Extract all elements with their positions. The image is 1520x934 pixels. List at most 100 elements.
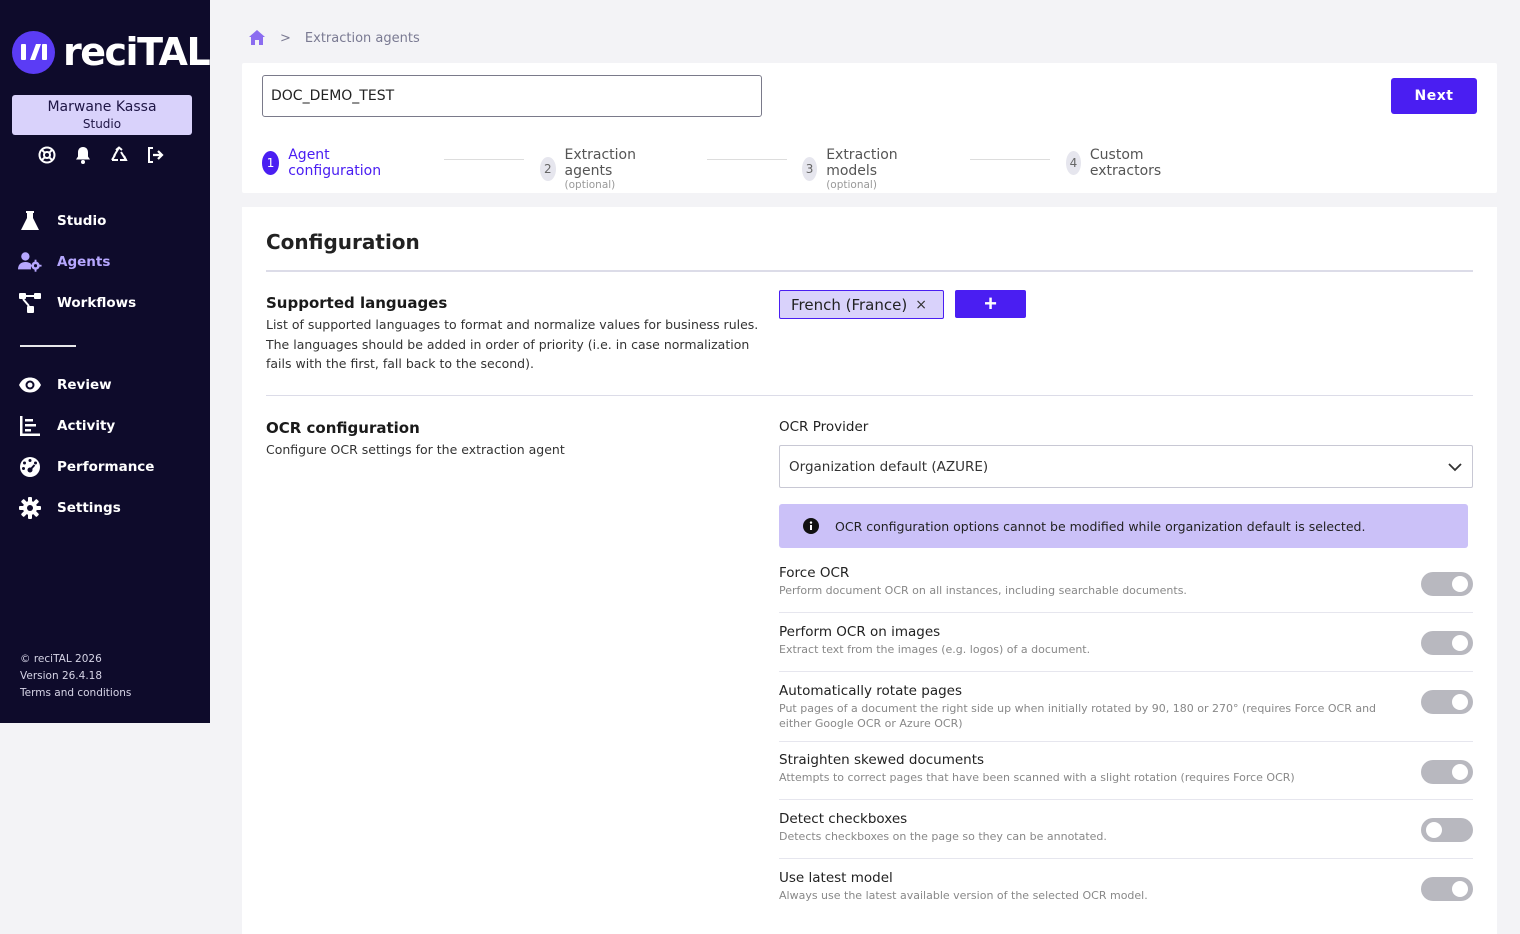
gauge-icon [18, 455, 42, 479]
step-connector [707, 159, 787, 160]
home-icon[interactable] [248, 29, 266, 47]
nav-item-settings[interactable]: Settings [18, 487, 198, 528]
step-agent-configuration[interactable]: 1 Agent configuration [262, 147, 388, 179]
ocr-provider-value: Organization default (AZURE) [789, 458, 989, 475]
nav-item-review[interactable]: Review [18, 364, 198, 405]
desc-line: List of supported languages to format an… [266, 317, 759, 332]
chart-icon [18, 414, 42, 438]
step-number: 2 [540, 157, 556, 181]
option-desc: Detects checkboxes on the page so they c… [779, 830, 1107, 843]
nav-label-agents: Agents [57, 253, 111, 270]
version: Version 26.4.18 [20, 670, 103, 682]
brand-name: reciTAL [63, 30, 211, 74]
user-name: Marwane Kassa [47, 99, 157, 115]
flask-icon [18, 209, 42, 233]
option-desc: Perform document OCR on all instances, i… [779, 584, 1187, 597]
agent-name-input[interactable] [262, 75, 762, 117]
divider [779, 612, 1473, 613]
option-title: Force OCR [779, 565, 850, 581]
ocr-provider-select[interactable]: Organization default (AZURE) [779, 445, 1473, 488]
supported-languages-desc: List of supported languages to format an… [266, 315, 758, 374]
nav-item-activity[interactable]: Activity [18, 405, 198, 446]
section-title-configuration: Configuration [266, 230, 420, 254]
breadcrumb-separator: > [280, 30, 291, 46]
option-title: Use latest model [779, 870, 893, 886]
option-ocr-images: Perform OCR on images Extract text from … [779, 624, 1473, 657]
language-chip-label: French (France) [791, 295, 908, 314]
nav-label-settings: Settings [57, 499, 121, 516]
divider [779, 671, 1473, 672]
nav-label-review: Review [57, 376, 112, 393]
nav-label-studio: Studio [57, 212, 107, 229]
agent-header-card: Next 1 Agent configuration 2 Extraction … [242, 63, 1497, 193]
terms-link[interactable]: Terms and conditions [20, 685, 131, 702]
step-extraction-agents[interactable]: 2 Extraction agents (optional) [540, 147, 644, 191]
ocr-configuration-desc: Configure OCR settings for the extractio… [266, 442, 565, 457]
gear-icon [18, 496, 42, 520]
breadcrumb-current[interactable]: Extraction agents [305, 31, 420, 46]
divider [779, 858, 1473, 859]
option-desc: Attempts to correct pages that have been… [779, 771, 1295, 784]
next-button[interactable]: Next [1391, 78, 1477, 114]
detect-checkboxes-toggle[interactable] [1421, 818, 1473, 842]
latest-model-toggle[interactable] [1421, 877, 1473, 901]
nav-item-workflows[interactable]: Workflows [18, 282, 198, 323]
sidebar-footer: © reciTAL 2026 Version 26.4.18 Terms and… [20, 651, 131, 702]
ocr-provider-label: OCR Provider [779, 419, 869, 435]
user-card[interactable]: Marwane Kassa Studio [12, 95, 192, 135]
step-sub: (optional) [564, 179, 616, 191]
brand-logo[interactable]: reciTAL [12, 30, 211, 74]
desc-line: fails with the first, fall back to the s… [266, 356, 534, 371]
info-icon [803, 518, 819, 534]
chevron-down-icon [1448, 460, 1462, 476]
support-icon[interactable] [38, 146, 56, 164]
step-number: 4 [1066, 151, 1081, 175]
step-connector [444, 159, 524, 160]
nav-item-studio[interactable]: Studio [18, 200, 198, 241]
option-title: Perform OCR on images [779, 624, 941, 640]
recycle-icon[interactable] [110, 146, 128, 164]
breadcrumb: > Extraction agents [248, 29, 420, 47]
option-title: Automatically rotate pages [779, 683, 963, 699]
logout-icon[interactable] [146, 146, 164, 164]
main-nav: Studio Agents Workflows Review Activity … [18, 200, 198, 528]
nav-label-activity: Activity [57, 417, 116, 434]
step-sub: (optional) [826, 179, 877, 191]
ocr-images-toggle[interactable] [1421, 631, 1473, 655]
bell-icon[interactable] [74, 146, 92, 164]
option-detect-checkboxes: Detect checkboxes Detects checkboxes on … [779, 811, 1473, 844]
auto-rotate-toggle[interactable] [1421, 690, 1473, 714]
agents-icon [18, 250, 42, 274]
divider [779, 799, 1473, 800]
step-label: Custom extractors [1089, 147, 1162, 179]
nav-divider [20, 345, 76, 347]
toggle-knob [1452, 576, 1468, 592]
step-custom-extractors[interactable]: 4 Custom extractors [1066, 147, 1170, 179]
ocr-info-banner: OCR configuration options cannot be modi… [779, 504, 1468, 548]
quick-actions [38, 146, 164, 164]
ocr-configuration-title: OCR configuration [266, 419, 420, 437]
toggle-knob [1452, 694, 1468, 710]
copyright: © reciTAL 2026 [20, 653, 102, 665]
add-language-button[interactable]: + [955, 290, 1026, 318]
nav-label-workflows: Workflows [57, 294, 137, 311]
step-label: Agent configuration [288, 147, 382, 179]
option-title: Straighten skewed documents [779, 752, 985, 768]
nav-item-agents[interactable]: Agents [18, 241, 198, 282]
step-number: 3 [802, 157, 818, 181]
option-auto-rotate: Automatically rotate pages Put pages of … [779, 683, 1473, 731]
nav-item-performance[interactable]: Performance [18, 446, 198, 487]
step-label: Extraction agents [564, 147, 636, 179]
divider [266, 270, 1473, 272]
divider [779, 741, 1473, 742]
straighten-toggle[interactable] [1421, 760, 1473, 784]
step-extraction-models[interactable]: 3 Extraction models (optional) [802, 147, 906, 191]
remove-chip-icon[interactable]: × [915, 297, 927, 313]
configuration-card: Configuration Supported languages List o… [242, 207, 1497, 934]
option-force-ocr: Force OCR Perform document OCR on all in… [779, 565, 1473, 598]
option-desc: Always use the latest available version … [779, 889, 1148, 902]
desc-line: The languages should be added in order o… [266, 336, 750, 352]
divider [266, 395, 1473, 396]
step-connector [970, 159, 1050, 160]
force-ocr-toggle[interactable] [1421, 572, 1473, 596]
